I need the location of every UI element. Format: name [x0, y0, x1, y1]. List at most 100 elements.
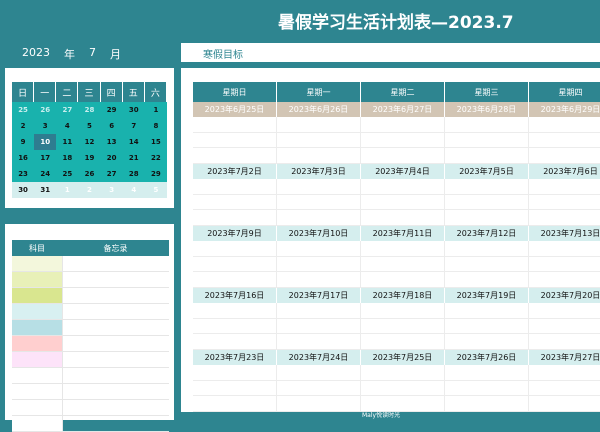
plan-line[interactable] — [193, 194, 600, 211]
mini-calendar-day[interactable]: 5 — [78, 118, 101, 134]
date-cell[interactable]: 2023年7月16日 — [193, 288, 277, 303]
plan-line[interactable] — [193, 334, 600, 350]
mini-calendar-day[interactable]: 22 — [144, 150, 167, 166]
memo-cell[interactable] — [62, 272, 169, 287]
mini-calendar-day[interactable]: 3 — [100, 182, 123, 198]
subject-color-cell[interactable] — [12, 368, 62, 383]
memo-cell[interactable] — [62, 352, 169, 367]
memo-cell[interactable] — [62, 368, 169, 383]
mini-calendar-day[interactable]: 25 — [12, 102, 35, 118]
mini-calendar-day[interactable]: 19 — [78, 150, 101, 166]
mini-calendar-day[interactable]: 12 — [78, 134, 101, 150]
notes-row[interactable] — [12, 336, 169, 352]
mini-calendar-day[interactable]: 21 — [122, 150, 145, 166]
mini-calendar-day[interactable]: 1 — [56, 182, 79, 198]
date-cell[interactable]: 2023年6月26日 — [277, 102, 361, 117]
mini-calendar-day[interactable]: 11 — [56, 134, 79, 150]
mini-calendar-day[interactable]: 20 — [100, 150, 123, 166]
mini-calendar-day[interactable]: 28 — [78, 102, 101, 118]
date-cell[interactable]: 2023年7月12日 — [445, 226, 529, 241]
notes-row[interactable] — [12, 368, 169, 384]
date-cell[interactable]: 2023年7月24日 — [277, 350, 361, 365]
mini-calendar-day[interactable]: 8 — [144, 118, 167, 134]
memo-cell[interactable] — [62, 288, 169, 303]
plan-line[interactable] — [193, 380, 600, 397]
date-cell[interactable]: 2023年6月25日 — [193, 102, 277, 117]
mini-calendar-day[interactable]: 17 — [34, 150, 57, 166]
date-cell[interactable]: 2023年7月27日 — [529, 350, 600, 365]
mini-calendar-day[interactable]: 6 — [100, 118, 123, 134]
memo-cell[interactable] — [62, 384, 169, 399]
notes-row[interactable] — [12, 272, 169, 288]
subject-color-cell[interactable] — [12, 352, 62, 367]
plan-line[interactable] — [193, 132, 600, 149]
plan-line[interactable] — [193, 303, 600, 319]
notes-row[interactable] — [12, 304, 169, 320]
plan-line[interactable] — [193, 117, 600, 133]
date-cell[interactable]: 2023年7月23日 — [193, 350, 277, 365]
plan-lines[interactable] — [193, 303, 600, 350]
mini-calendar-day[interactable]: 23 — [12, 166, 35, 182]
mini-calendar-day[interactable]: 9 — [12, 134, 35, 150]
mini-calendar-day[interactable]: 28 — [122, 166, 145, 182]
notes-row[interactable] — [12, 256, 169, 272]
date-cell[interactable]: 2023年7月6日 — [529, 164, 600, 179]
date-cell[interactable]: 2023年7月25日 — [361, 350, 445, 365]
plan-line[interactable] — [193, 179, 600, 195]
notes-row[interactable] — [12, 352, 169, 368]
mini-calendar-day[interactable]: 31 — [34, 182, 57, 198]
subject-color-cell[interactable] — [12, 336, 62, 351]
mini-calendar-day[interactable]: 2 — [12, 118, 35, 134]
notes-row[interactable] — [12, 320, 169, 336]
date-cell[interactable]: 2023年7月18日 — [361, 288, 445, 303]
date-cell[interactable]: 2023年7月4日 — [361, 164, 445, 179]
mini-calendar-day[interactable]: 7 — [122, 118, 145, 134]
mini-calendar-day[interactable]: 27 — [56, 102, 79, 118]
mini-calendar-day[interactable]: 24 — [34, 166, 57, 182]
plan-line[interactable] — [193, 210, 600, 226]
mini-calendar-day[interactable]: 10 — [34, 134, 57, 150]
mini-calendar-day[interactable]: 30 — [12, 182, 35, 198]
goal-bar[interactable]: 寒假目标 — [181, 43, 600, 62]
memo-cell[interactable] — [62, 320, 169, 335]
memo-cell[interactable] — [62, 416, 169, 431]
date-cell[interactable]: 2023年7月5日 — [445, 164, 529, 179]
mini-calendar-day[interactable]: 26 — [78, 166, 101, 182]
mini-calendar-day[interactable]: 4 — [122, 182, 145, 198]
subject-color-cell[interactable] — [12, 256, 62, 271]
date-cell[interactable]: 2023年6月27日 — [361, 102, 445, 117]
mini-calendar-day[interactable]: 18 — [56, 150, 79, 166]
memo-cell[interactable] — [62, 336, 169, 351]
plan-line[interactable] — [193, 148, 600, 164]
mini-calendar-day[interactable]: 29 — [100, 102, 123, 118]
plan-line[interactable] — [193, 241, 600, 257]
memo-cell[interactable] — [62, 400, 169, 415]
plan-line[interactable] — [193, 272, 600, 288]
mini-calendar-day[interactable]: 2 — [78, 182, 101, 198]
subject-color-cell[interactable] — [12, 272, 62, 287]
date-cell[interactable]: 2023年6月28日 — [445, 102, 529, 117]
mini-calendar-day[interactable]: 5 — [144, 182, 167, 198]
subject-color-cell[interactable] — [12, 320, 62, 335]
mini-calendar-day[interactable]: 25 — [56, 166, 79, 182]
mini-calendar-day[interactable]: 15 — [144, 134, 167, 150]
date-cell[interactable]: 2023年6月29日 — [529, 102, 600, 117]
mini-calendar-day[interactable]: 26 — [34, 102, 57, 118]
date-cell[interactable]: 2023年7月17日 — [277, 288, 361, 303]
plan-line[interactable] — [193, 318, 600, 335]
mini-calendar-day[interactable]: 14 — [122, 134, 145, 150]
mini-calendar-day[interactable]: 4 — [56, 118, 79, 134]
subject-color-cell[interactable] — [12, 304, 62, 319]
mini-calendar-day[interactable]: 30 — [122, 102, 145, 118]
date-cell[interactable]: 2023年7月11日 — [361, 226, 445, 241]
plan-lines[interactable] — [193, 241, 600, 288]
subject-color-cell[interactable] — [12, 400, 62, 415]
subject-color-cell[interactable] — [12, 288, 62, 303]
subject-color-cell[interactable] — [12, 416, 62, 431]
date-cell[interactable]: 2023年7月19日 — [445, 288, 529, 303]
plan-line[interactable] — [193, 256, 600, 273]
mini-calendar-day[interactable]: 27 — [100, 166, 123, 182]
notes-row[interactable] — [12, 400, 169, 416]
notes-row[interactable] — [12, 416, 169, 432]
mini-calendar-day[interactable]: 3 — [34, 118, 57, 134]
